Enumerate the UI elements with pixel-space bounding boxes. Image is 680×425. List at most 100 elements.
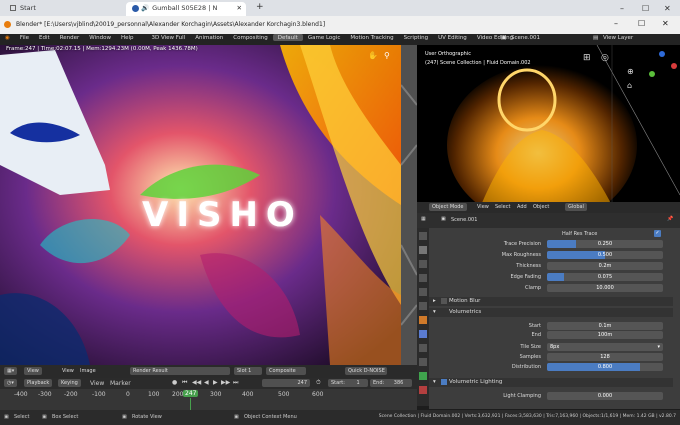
orientation-selector[interactable]: Global — [565, 203, 587, 211]
clock-icon[interactable]: ⏱ — [316, 379, 321, 387]
physics-tab-icon[interactable] — [419, 344, 427, 352]
workspace-compositing[interactable]: Compositing — [228, 34, 272, 41]
hand-tool-icon[interactable]: ✋ — [368, 51, 378, 60]
jump-start-button[interactable]: ⏮ — [182, 379, 187, 387]
jump-end-button[interactable]: ⏭ — [233, 379, 238, 387]
view-menu[interactable]: View — [90, 380, 104, 387]
axis-z-icon[interactable] — [659, 51, 665, 57]
max-roughness-field[interactable]: 0.500 — [547, 251, 663, 259]
view-layer-selector[interactable]: View Layer — [598, 34, 638, 41]
quick-denoise-button[interactable]: Quick D-NOISE — [345, 367, 387, 375]
scene-tab-icon[interactable] — [419, 288, 427, 296]
workspace-animation[interactable]: Animation — [190, 34, 228, 41]
menu-help[interactable]: Help — [116, 34, 139, 41]
prev-key-button[interactable]: ◀◀ — [192, 379, 201, 386]
editor-divider[interactable] — [400, 45, 418, 365]
data-tab-icon[interactable] — [419, 372, 427, 380]
end-frame-field[interactable]: End: 386 — [370, 379, 412, 387]
workspace-game-logic[interactable]: Game Logic — [303, 34, 346, 41]
volumetric-lighting-panel[interactable]: ▾ Volumetric Lighting — [429, 378, 673, 387]
constraints-tab-icon[interactable] — [419, 358, 427, 366]
zoom-icon[interactable]: ⚲ — [384, 51, 390, 60]
composite-selector[interactable]: Composite — [266, 367, 306, 375]
motion-blur-checkbox[interactable] — [441, 298, 447, 304]
close-icon[interactable]: ✕ — [237, 4, 242, 12]
modifiers-tab-icon[interactable] — [419, 330, 427, 338]
trace-precision-field[interactable]: 0.250 — [547, 240, 663, 248]
axis-x-icon[interactable] — [671, 63, 677, 69]
object-tab-icon[interactable] — [419, 316, 427, 324]
minimize-button[interactable]: – — [614, 19, 618, 28]
volumetric-lighting-checkbox[interactable] — [441, 379, 447, 385]
motion-blur-panel[interactable]: ▸ Motion Blur — [429, 297, 673, 306]
image-menu[interactable]: Image — [80, 368, 96, 374]
volumetrics-panel[interactable]: ▾ Volumetrics — [429, 308, 673, 317]
frame-ruler[interactable]: -400 -300 -200 -100 0 100 200 247 300 40… — [0, 389, 417, 410]
menu-edit[interactable]: Edit — [34, 34, 55, 41]
minimize-button[interactable]: – — [614, 2, 632, 16]
tab-start[interactable]: Start — [4, 2, 122, 16]
output-tab-icon[interactable] — [419, 260, 427, 268]
marker-menu[interactable]: Marker — [110, 380, 131, 387]
tool-tab-icon[interactable] — [419, 232, 427, 240]
orbit-icon[interactable]: ◎ — [601, 53, 609, 63]
expand-icon[interactable]: ▸ — [433, 297, 436, 306]
view-menu-label[interactable]: View — [62, 368, 74, 374]
thickness-field[interactable]: 0.2m — [547, 262, 663, 270]
playback-menu[interactable]: Playback — [24, 379, 53, 387]
maximize-button[interactable]: ☐ — [638, 19, 645, 28]
vol-start-field[interactable]: 0.1m — [547, 322, 663, 330]
world-tab-icon[interactable] — [419, 302, 427, 310]
vol-end-field[interactable]: 100m — [547, 331, 663, 339]
collapse-icon[interactable]: ▾ — [433, 378, 436, 387]
render-tab-icon[interactable] — [419, 246, 427, 254]
editor-type-button[interactable]: ◷▾ — [4, 379, 17, 387]
close-window-button[interactable]: ✕ — [658, 2, 676, 16]
add-menu[interactable]: Add — [517, 204, 527, 210]
keying-menu[interactable]: Keying — [58, 379, 81, 387]
start-frame-field[interactable]: Start: 1 — [328, 379, 368, 387]
collapse-icon[interactable]: ▾ — [433, 308, 436, 317]
editor-type-icon[interactable]: ▦ — [421, 216, 426, 222]
samples-field[interactable]: 128 — [547, 353, 663, 361]
next-key-button[interactable]: ▶▶ — [221, 379, 230, 386]
select-menu[interactable]: Select — [495, 204, 510, 210]
render-viewport[interactable]: VISHO ✋ ⚲ — [0, 45, 401, 365]
zoom-icon[interactable]: ⊕ — [627, 67, 634, 76]
slot-selector[interactable]: Slot 1 — [234, 367, 262, 375]
play-button[interactable]: ▶ — [213, 379, 218, 386]
edge-fading-field[interactable]: 0.075 — [547, 273, 663, 281]
workspace-motion-tracking[interactable]: Motion Tracking — [345, 34, 398, 41]
distribution-field[interactable]: 0.800 — [547, 363, 663, 371]
half-res-trace-checkbox[interactable]: ✓ — [654, 230, 661, 237]
light-clamping-field[interactable]: 0.000 — [547, 392, 663, 400]
current-frame-field[interactable]: 247 — [262, 379, 310, 387]
menu-file[interactable]: File — [15, 34, 34, 41]
workspace-default[interactable]: Default — [272, 34, 303, 41]
view-layer-tab-icon[interactable] — [419, 274, 427, 282]
tab-gumball[interactable]: 🔊 Gumball S05E28 | N ✕ — [126, 2, 246, 16]
maximize-button[interactable]: ☐ — [636, 2, 654, 16]
material-tab-icon[interactable] — [419, 386, 427, 394]
tile-size-dropdown[interactable]: 8px ▾ — [547, 343, 663, 351]
scene-selector[interactable]: Scene.001 — [506, 34, 545, 41]
navigation-gizmo[interactable] — [647, 51, 677, 81]
object-mode-selector[interactable]: Object Mode — [429, 203, 467, 211]
pin-icon[interactable]: 📌 — [667, 216, 673, 222]
3d-viewport[interactable]: User Orthographic (247) Scene Collection… — [417, 45, 680, 215]
view-menu[interactable]: View — [477, 204, 489, 210]
axis-y-icon[interactable] — [649, 71, 655, 77]
blender-menu-icon[interactable]: ◉ — [0, 34, 15, 41]
timeline-editor[interactable]: ◷▾ Playback Keying View Marker ● ⏮ ◀◀ ◀ … — [0, 378, 417, 410]
audio-icon[interactable]: 🔊 — [141, 4, 149, 12]
grid-icon[interactable]: ⊞ — [583, 53, 591, 63]
render-result-selector[interactable]: Render Result — [130, 367, 230, 375]
workspace-3d-view-full[interactable]: 3D View Full — [147, 34, 191, 41]
current-frame-marker[interactable]: 247 — [183, 390, 199, 397]
object-menu[interactable]: Object — [533, 204, 549, 210]
menu-render[interactable]: Render — [55, 34, 85, 41]
play-reverse-button[interactable]: ◀ — [204, 379, 209, 386]
new-tab-button[interactable]: + — [250, 0, 264, 14]
record-button[interactable]: ● — [172, 379, 177, 386]
workspace-uv-editing[interactable]: UV Editing — [433, 34, 472, 41]
